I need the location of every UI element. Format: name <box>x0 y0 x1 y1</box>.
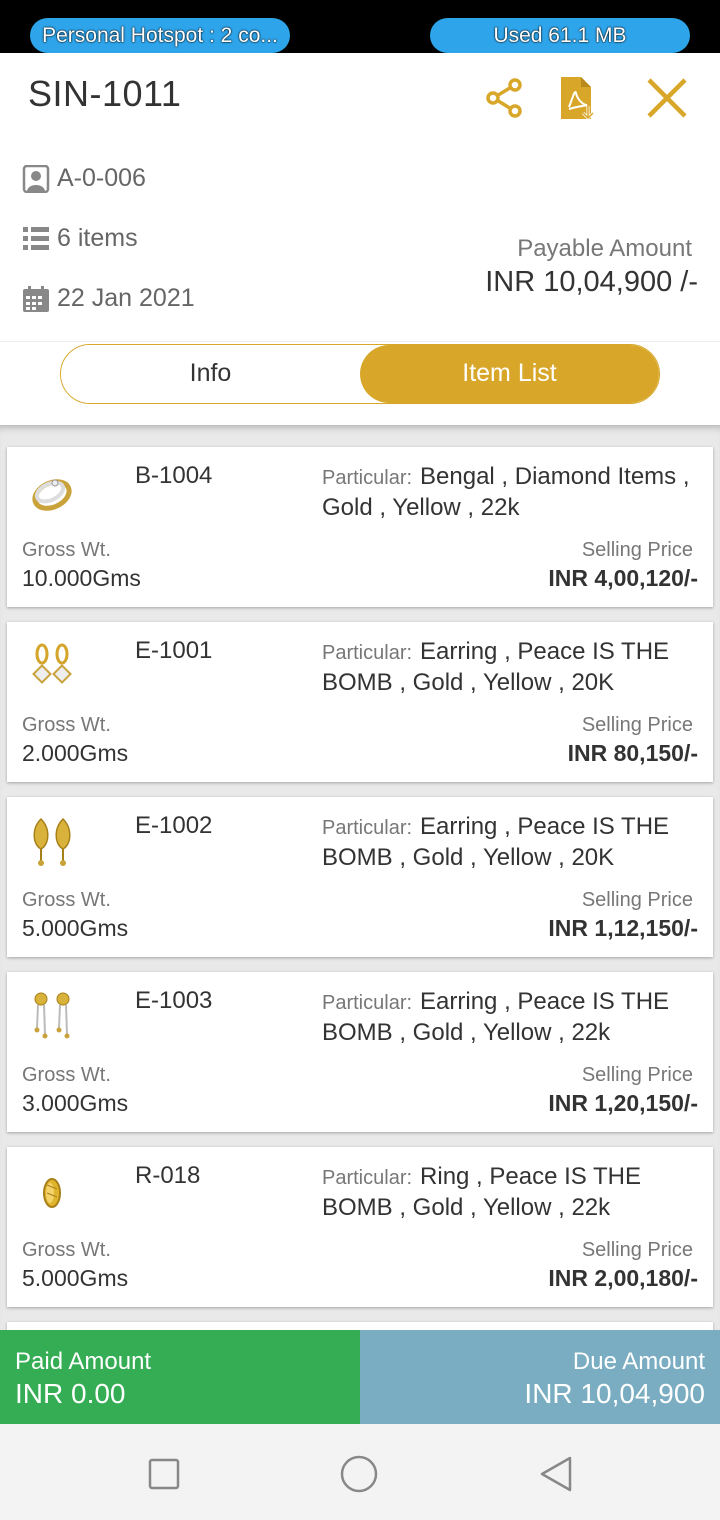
item-particular: Particular: Earring , Peace IS THE BOMB ,… <box>322 987 702 1048</box>
tab-item-list[interactable]: Item List <box>360 345 659 403</box>
ring-icon <box>25 465 79 519</box>
gross-weight-label: Gross Wt. <box>22 539 111 561</box>
list-icon <box>22 225 50 253</box>
account-row: A-0-006 <box>22 164 146 193</box>
list-item[interactable]: R-018 Particular: Ring , Peace IS THE BOM… <box>7 1147 713 1307</box>
calendar-icon <box>22 285 50 313</box>
paid-amount-panel: Paid Amount INR 0.00 <box>0 1330 360 1424</box>
circle-icon[interactable] <box>339 1454 379 1494</box>
gross-weight-value: 2.000Gms <box>22 740 129 766</box>
payable-amount-label: Payable Amount <box>517 235 692 262</box>
item-code: B-1004 <box>135 462 213 489</box>
earring-icon <box>25 815 79 869</box>
list-item[interactable]: E-1002 Particular: Earring , Peace IS THE… <box>7 797 713 957</box>
list-item[interactable]: B-1004 Particular: Bengal , Diamond Items… <box>7 447 713 607</box>
date-row: 22 Jan 2021 <box>22 284 195 313</box>
particular-label: Particular: <box>322 817 413 839</box>
gross-weight-label: Gross Wt. <box>22 714 111 736</box>
share-icon[interactable] <box>480 73 530 123</box>
paid-amount-label: Paid Amount <box>15 1348 152 1375</box>
selling-price-value: INR 1,12,150/- <box>548 915 698 941</box>
list-item[interactable]: E-1001 Particular: Earring , Peace IS THE… <box>7 622 713 782</box>
system-nav-bar <box>0 1424 720 1520</box>
earring-icon <box>25 990 79 1044</box>
paid-amount-value: INR 0.00 <box>15 1378 126 1409</box>
selling-price-label: Selling Price <box>581 889 693 911</box>
item-particular: Particular: Earring , Peace IS THE BOMB ,… <box>322 637 702 698</box>
selling-price-label: Selling Price <box>581 1064 693 1086</box>
list-item-partial[interactable] <box>7 1322 713 1330</box>
status-bar: Personal Hotspot : 2 co... Used 61.1 MB <box>0 0 720 53</box>
gross-weight-value: 5.000Gms <box>22 915 129 941</box>
segmented-control: Info Item List <box>60 344 660 404</box>
due-amount-panel: Due Amount INR 10,04,900 <box>360 1330 720 1424</box>
gross-weight-label: Gross Wt. <box>22 1239 111 1261</box>
gross-weight-value: 5.000Gms <box>22 1265 129 1291</box>
tab-info[interactable]: Info <box>61 345 360 403</box>
item-particular: Particular: Bengal , Diamond Items , Gold… <box>322 462 702 523</box>
selling-price-value: INR 2,00,180/- <box>548 1265 698 1291</box>
earring-icon <box>25 640 79 694</box>
item-particular: Particular: Ring , Peace IS THE BOMB , Go… <box>322 1162 702 1223</box>
list-item[interactable]: E-1003 Particular: Earring , Peace IS THE… <box>7 972 713 1132</box>
due-amount-label: Due Amount <box>572 1348 705 1375</box>
item-list[interactable]: B-1004 Particular: Bengal , Diamond Items… <box>0 425 720 1330</box>
item-particular: Particular: Earring , Peace IS THE BOMB ,… <box>322 812 702 873</box>
payable-amount-value: INR 10,04,900 /- <box>485 266 698 298</box>
selling-price-label: Selling Price <box>581 714 693 736</box>
selling-price-value: INR 1,20,150/- <box>548 1090 698 1116</box>
ring-icon <box>25 1165 79 1219</box>
gross-weight-value: 10.000Gms <box>22 565 141 591</box>
item-code: E-1003 <box>135 987 213 1014</box>
due-amount-value: INR 10,04,900 <box>524 1378 705 1409</box>
invoice-header: SIN-1011 A-0-006 6 items 22 Jan 2021 Pay… <box>0 53 720 343</box>
selling-price-label: Selling Price <box>581 539 693 561</box>
page-title: SIN-1011 <box>28 73 182 114</box>
item-code: E-1002 <box>135 812 213 839</box>
gross-weight-value: 3.000Gms <box>22 1090 129 1116</box>
item-code: E-1001 <box>135 637 213 664</box>
items-count-row: 6 items <box>22 224 138 253</box>
close-icon[interactable] <box>642 73 692 123</box>
particular-label: Particular: <box>322 642 413 664</box>
square-icon[interactable] <box>144 1454 184 1494</box>
invoice-date: 22 Jan 2021 <box>57 284 195 312</box>
gross-weight-label: Gross Wt. <box>22 889 111 911</box>
item-code: R-018 <box>135 1162 201 1189</box>
back-triangle-icon[interactable] <box>536 1454 576 1494</box>
selling-price-label: Selling Price <box>581 1239 693 1261</box>
particular-label: Particular: <box>322 467 413 489</box>
selling-price-value: INR 4,00,120/- <box>548 565 698 591</box>
contact-icon <box>22 164 50 193</box>
items-count: 6 items <box>57 224 138 252</box>
account-code: A-0-006 <box>57 164 146 192</box>
hotspot-indicator[interactable]: Personal Hotspot : 2 co... <box>30 18 290 53</box>
data-usage-indicator[interactable]: Used 61.1 MB <box>430 18 690 53</box>
tab-bar: Info Item List <box>0 341 720 425</box>
pdf-download-icon[interactable] <box>553 73 603 123</box>
selling-price-value: INR 80,150/- <box>567 740 698 766</box>
particular-label: Particular: <box>322 1167 413 1189</box>
particular-label: Particular: <box>322 992 413 1014</box>
gross-weight-label: Gross Wt. <box>22 1064 111 1086</box>
